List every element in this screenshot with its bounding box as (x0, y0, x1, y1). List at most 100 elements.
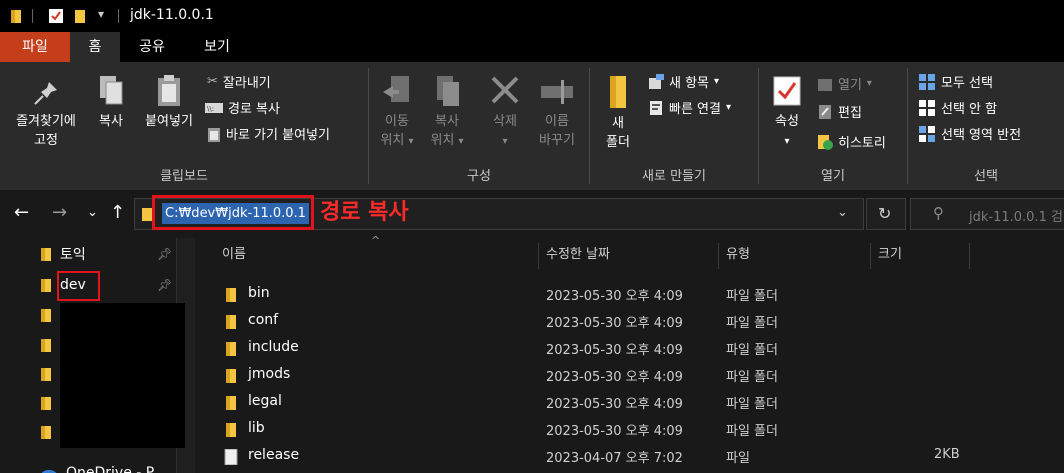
file-type: 파일 폴더 (726, 289, 778, 304)
select-all-icon (919, 73, 935, 90)
copy-path-button[interactable]: \\: 경로 복사 (205, 98, 280, 117)
folder-icon (226, 342, 236, 356)
select-group: 모두 선택 선택 안 함 선택 영역 반전 선택 (908, 62, 1064, 190)
edit-button[interactable]: 편집 (817, 102, 862, 121)
file-name: lib (248, 420, 265, 436)
redacted-area (60, 303, 185, 448)
back-arrow-icon[interactable]: ← (14, 203, 29, 223)
file-row[interactable]: conf 2023-05-30 오후 4:09 파일 폴더 (196, 308, 1064, 335)
file-date: 2023-05-30 오후 4:09 (546, 424, 683, 439)
search-icon: ⚲ (933, 204, 944, 222)
new-item-icon (649, 73, 664, 89)
search-box[interactable]: ⚲ jdk-11.0.0.1 검 (910, 198, 1064, 230)
column-header-date[interactable]: 수정한 날짜 (546, 238, 610, 272)
customize-toolbar-icon[interactable]: ▾ (98, 7, 104, 21)
rename-icon (541, 80, 573, 104)
file-row[interactable]: bin 2023-05-30 오후 4:09 파일 폴더 (196, 281, 1064, 308)
new-folder-quick-icon[interactable] (74, 8, 86, 24)
address-dropdown-chevron-icon[interactable]: ⌄ (837, 205, 848, 220)
copy-to-button[interactable]: 복사 위치 ▾ (425, 74, 469, 151)
file-type: 파일 폴더 (726, 424, 778, 439)
select-all-button[interactable]: 모두 선택 (918, 72, 993, 91)
delete-button[interactable]: 삭제 ▾ (483, 74, 527, 151)
history-button[interactable]: 히스토리 (817, 132, 886, 151)
tab-view[interactable]: 보기 (184, 32, 250, 62)
file-name: legal (248, 393, 282, 409)
folder-icon (41, 397, 51, 410)
file-date: 2023-04-07 오후 7:02 (546, 451, 683, 466)
column-header-type[interactable]: 유형 (726, 238, 750, 272)
folder-icon (226, 288, 236, 302)
file-icon (224, 449, 238, 465)
new-folder-icon (610, 76, 626, 108)
file-type: 파일 폴더 (726, 343, 778, 358)
organize-group: 이동 위치 ▾ 복사 위치 ▾ 삭제 ▾ 이름 바꾸기 구성 (369, 62, 589, 190)
clipboard-group: 즐겨찾기에 고정 복사 붙여넣기 ✂ 잘라내기 \\: 경로 복사 바로 가기 … (0, 62, 368, 190)
highlight-box (152, 195, 314, 230)
select-none-button[interactable]: 선택 안 함 (918, 98, 997, 117)
file-list: ^ 이름 수정한 날짜 유형 크기 bin 2023-05-30 오후 4:09 파… (196, 234, 1064, 473)
folder-icon (41, 339, 51, 352)
invert-selection-button[interactable]: 선택 영역 반전 (918, 124, 1021, 143)
folder-icon (11, 10, 21, 23)
file-row[interactable]: include 2023-05-30 오후 4:09 파일 폴더 (196, 335, 1064, 362)
file-type: 파일 폴더 (726, 370, 778, 385)
up-arrow-icon[interactable]: ↑ (110, 203, 125, 223)
search-placeholder: jdk-11.0.0.1 검 (969, 210, 1063, 225)
paste-button[interactable]: 붙여넣기 (136, 74, 202, 131)
new-folder-button[interactable]: 새 폴더 (596, 74, 640, 152)
easy-access-icon (650, 100, 662, 115)
open-group: 속성 ▾ 열기 ▾ 편집 히스토리 열기 (759, 62, 907, 190)
file-date: 2023-05-30 오후 4:09 (546, 370, 683, 385)
nav-item-onedrive[interactable]: OneDrive - P (40, 461, 154, 473)
file-size: 2KB (934, 447, 960, 462)
sort-ascending-icon: ^ (371, 234, 381, 247)
cut-button[interactable]: ✂ 잘라내기 (207, 72, 271, 91)
file-row[interactable]: legal 2023-05-30 오후 4:09 파일 폴더 (196, 389, 1064, 416)
file-type: 파일 폴더 (726, 316, 778, 331)
tab-home[interactable]: 홈 (70, 32, 120, 62)
refresh-button[interactable]: ↻ (866, 198, 906, 230)
rename-button[interactable]: 이름 바꾸기 (531, 74, 583, 150)
tab-share[interactable]: 공유 (120, 32, 184, 62)
pin-icon (34, 82, 57, 105)
forward-arrow-icon[interactable]: → (52, 203, 67, 223)
copy-button[interactable]: 복사 (90, 74, 132, 131)
window-title: jdk-11.0.0.1 (130, 7, 214, 23)
column-header-size[interactable]: 크기 (878, 238, 902, 272)
folder-icon (226, 396, 236, 410)
open-group-label: 열기 (821, 169, 845, 184)
new-item-button[interactable]: 새 항목 ▾ (648, 72, 719, 91)
pin-quick-access-button[interactable]: 즐겨찾기에 고정 (6, 78, 86, 150)
easy-access-button[interactable]: 빠른 연결 ▾ (648, 98, 731, 117)
file-row[interactable]: lib 2023-05-30 오후 4:09 파일 폴더 (196, 416, 1064, 443)
ribbon-tabs: 파일 홈 공유 보기 (0, 32, 1064, 62)
properties-quick-icon[interactable] (48, 8, 64, 24)
organize-group-label: 구성 (467, 169, 491, 184)
move-to-button[interactable]: 이동 위치 ▾ (377, 74, 417, 151)
file-name: release (248, 447, 300, 463)
tab-file[interactable]: 파일 (0, 32, 70, 62)
open-button[interactable]: 열기 ▾ (817, 74, 872, 93)
nav-item-toeic[interactable]: 토익 (40, 242, 86, 266)
file-name: jmods (248, 366, 291, 382)
scissors-icon: ✂ (207, 74, 218, 89)
file-name: include (248, 339, 299, 355)
file-date: 2023-05-30 오후 4:09 (546, 289, 683, 304)
copy-icon (100, 76, 123, 105)
cloud-icon (41, 470, 57, 473)
history-icon (818, 134, 833, 150)
folder-icon (226, 369, 236, 383)
column-header-name[interactable]: 이름 (222, 238, 246, 272)
properties-button[interactable]: 속성 ▾ (763, 74, 811, 151)
paste-shortcut-button[interactable]: 바로 가기 붙여넣기 (207, 124, 330, 143)
refresh-icon: ↻ (878, 204, 892, 223)
file-row[interactable]: jmods 2023-05-30 오후 4:09 파일 폴더 (196, 362, 1064, 389)
highlight-box (57, 271, 100, 301)
folder-icon (41, 368, 51, 381)
folder-icon (226, 423, 236, 437)
recent-locations-chevron-icon[interactable]: ⌄ (87, 203, 98, 223)
file-date: 2023-05-30 오후 4:09 (546, 397, 683, 412)
folder-icon (41, 309, 51, 322)
file-row[interactable]: release 2023-04-07 오후 7:02 파일 2KB (196, 443, 1064, 470)
